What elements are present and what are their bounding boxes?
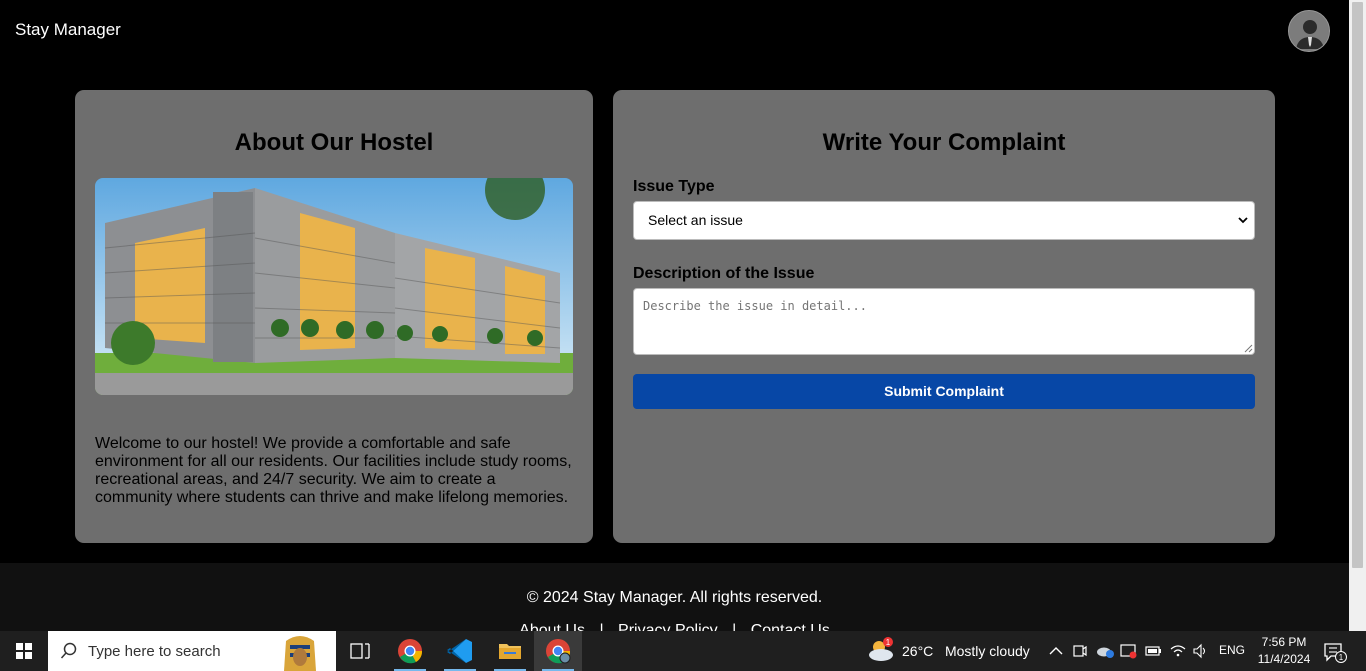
about-description: Welcome to our hostel! We provide a comf… [95, 435, 572, 506]
description-label: Description of the Issue [633, 265, 815, 282]
footer-separator: | [732, 622, 737, 631]
chrome-icon[interactable] [386, 631, 434, 671]
about-card: About Our Hostel Welcome to our hostel! … [75, 90, 593, 543]
meet-icon[interactable] [1072, 643, 1088, 659]
cloudy-weather-icon: 1 [869, 637, 893, 661]
weather-badge: 1 [886, 638, 891, 647]
hostel-image [95, 178, 573, 395]
clock-time: 7:56 PM [1261, 635, 1307, 649]
onedrive-icon[interactable] [1095, 643, 1115, 659]
footer-link-privacy[interactable]: Privacy Policy [618, 622, 718, 631]
vertical-scrollbar[interactable] [1349, 0, 1366, 631]
taskbar-clock[interactable]: 7:56 PM 11/4/2024 [1246, 634, 1322, 668]
complaint-card: Write Your Complaint Issue Type Select a… [613, 90, 1275, 543]
security-icon[interactable] [1120, 643, 1138, 659]
submit-complaint-button[interactable]: Submit Complaint [633, 374, 1255, 409]
copyright-text: © 2024 Stay Manager. All rights reserved… [526, 589, 823, 606]
weather-summary: 26°C Mostly cloudy [902, 643, 1030, 659]
chrome-profile-icon[interactable] [534, 631, 582, 671]
file-explorer-icon[interactable] [486, 631, 534, 671]
description-textarea[interactable]: Describe the issue in detail... [633, 288, 1255, 355]
issue-type-label: Issue Type [633, 178, 715, 195]
about-title: About Our Hostel [234, 129, 434, 156]
issue-type-selected-value: Select an issue [648, 212, 743, 228]
brand-title[interactable]: Stay Manager [15, 20, 121, 40]
navbar: Stay Manager [0, 0, 1349, 60]
taskbar-search-box[interactable]: Type here to search [48, 631, 336, 671]
vscode-icon[interactable] [436, 631, 484, 671]
taskbar-search-placeholder: Type here to search [88, 643, 221, 660]
notifications-icon[interactable]: 1 [1322, 641, 1348, 663]
taskbar: Type here to search 1 26°C Mostly cloudy… [0, 631, 1366, 671]
search-icon [60, 642, 77, 659]
search-highlight-icon [284, 636, 316, 671]
scrollbar-thumb[interactable] [1352, 2, 1363, 568]
weather-widget[interactable]: 1 26°C Mostly cloudy [866, 631, 1030, 671]
footer-link-contact[interactable]: Contact Us [751, 622, 830, 631]
description-placeholder: Describe the issue in detail... [643, 299, 867, 313]
task-view-icon[interactable] [336, 631, 384, 671]
issue-type-select[interactable]: Select an issue [633, 201, 1255, 240]
notification-count: 1 [1339, 653, 1344, 662]
footer-separator: | [599, 622, 604, 631]
user-avatar-icon[interactable] [1288, 10, 1330, 52]
page: Stay Manager About Our Hostel Welcome to… [0, 0, 1349, 631]
language-indicator[interactable]: ENG [1219, 643, 1245, 657]
weather-condition: Mostly cloudy [944, 643, 1030, 659]
chevron-up-icon[interactable] [1048, 645, 1064, 657]
wifi-icon[interactable] [1169, 643, 1187, 659]
volume-icon[interactable] [1192, 643, 1210, 659]
windows-start-icon[interactable] [0, 631, 48, 671]
footer-link-about[interactable]: About Us [519, 622, 585, 631]
weather-temp: 26°C [902, 643, 934, 659]
complaint-title: Write Your Complaint [822, 129, 1066, 156]
chevron-down-icon [1238, 217, 1248, 224]
resize-grip-icon[interactable] [1244, 344, 1253, 353]
battery-icon[interactable] [1145, 645, 1163, 657]
clock-date: 11/4/2024 [1257, 652, 1311, 666]
footer-links: About Us | Privacy Policy | Contact Us [0, 622, 1349, 631]
footer: © 2024 Stay Manager. All rights reserved… [0, 563, 1349, 631]
